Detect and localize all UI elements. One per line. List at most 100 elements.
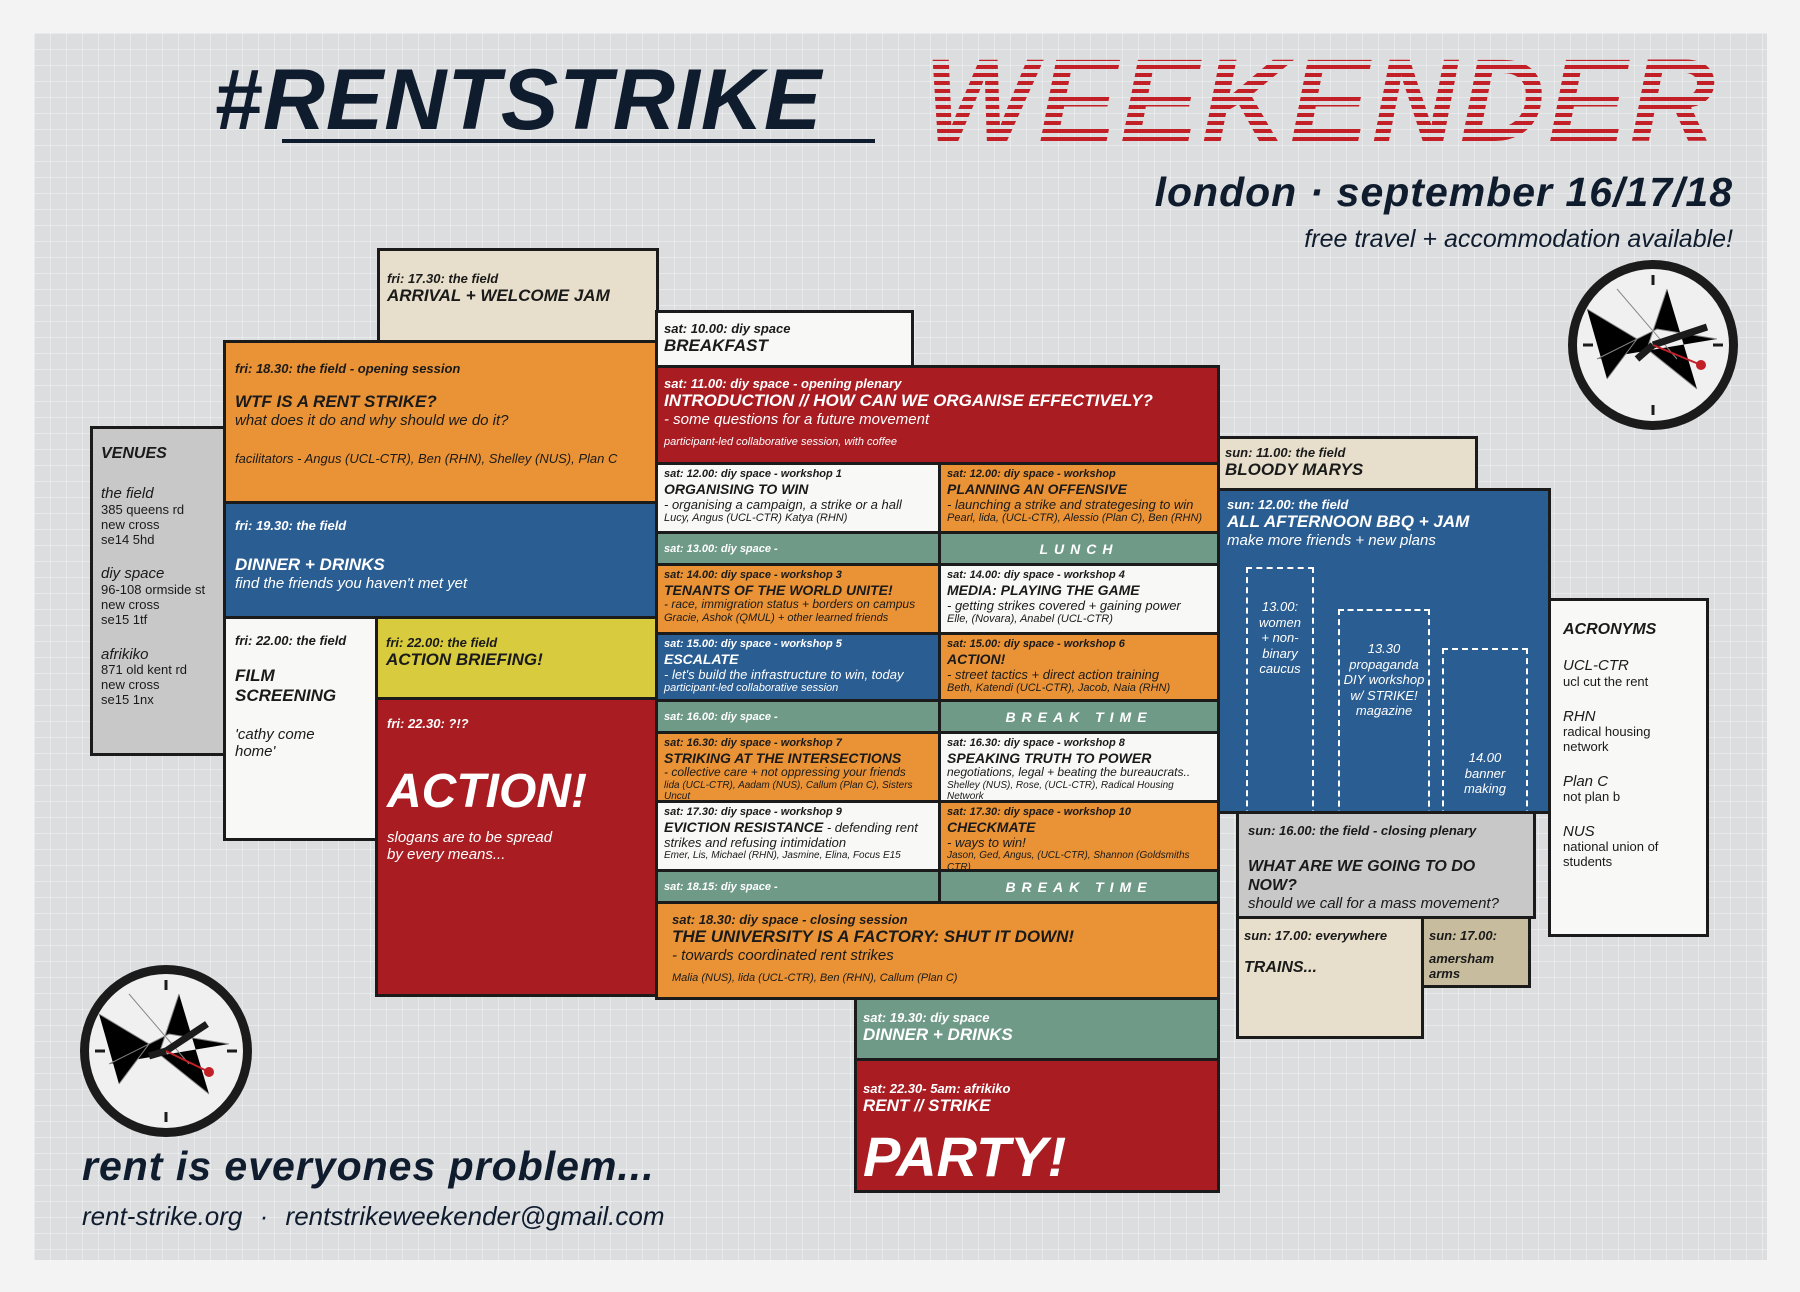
event-people: Pearl, lida, (UCL-CTR), Alessio (Plan C)… xyxy=(947,512,1203,525)
event-desc: negotiations, legal + beating the bureau… xyxy=(947,764,1191,779)
event-people: participant-led collaborative session xyxy=(664,682,839,695)
event-desc: - street tactics + direct action trainin… xyxy=(947,666,1160,682)
event-time: sun: 12.00: the field xyxy=(1227,497,1349,512)
event-people: Elle, (Novara), Anabel (UCL-CTR) xyxy=(947,613,1113,626)
venues-heading: VENUES xyxy=(101,445,167,462)
event-big-title: PARTY! xyxy=(863,1125,1067,1188)
sat-workshop-10: sat: 17.30: diy space - workshop 10 CHEC… xyxy=(938,800,1220,872)
lunch-label: LUNCH xyxy=(1039,541,1119,557)
event-desc: - getting strikes covered + gaining powe… xyxy=(947,597,1181,613)
event-people: Gracie, Ashok (QMUL) + other learned fri… xyxy=(664,611,889,624)
event-title: ALL AFTERNOON BBQ + JAM xyxy=(1227,512,1470,532)
event-time: fri: 22.00: the field xyxy=(235,633,347,648)
event-people: Lucy, Angus (UCL-CTR) Katya (RHN) xyxy=(664,512,848,525)
venue-address: new cross xyxy=(101,516,160,532)
sub-event-text: DIY workshop xyxy=(1343,672,1425,688)
venues-panel: VENUES the field 385 queens rd new cross… xyxy=(90,426,226,756)
event-time: sun: 17.00: everywhere xyxy=(1244,928,1388,943)
event-title: BLOODY MARYS xyxy=(1225,460,1364,480)
clock-icon xyxy=(80,965,252,1137)
event-time: sat: 17.30: diy space - workshop 10 xyxy=(947,806,1132,818)
sun-amersham: sun: 17.00: amersham arms xyxy=(1421,916,1531,988)
event-title: DINNER + DRINKS xyxy=(235,555,385,575)
event-title: TRAINS... xyxy=(1244,959,1317,977)
sat-lunch: LUNCH xyxy=(938,531,1220,566)
event-time: sat: 13.00: diy space - xyxy=(664,543,778,555)
event-time: sat: 22.30- 5am: afrikiko xyxy=(863,1081,1011,1096)
email-link[interactable]: rentstrikeweekender@gmail.com xyxy=(286,1201,665,1231)
poster-subtitle: WEEKENDER xyxy=(924,35,1719,167)
venue-address: 96-108 ormside st xyxy=(101,581,206,597)
event-title: ORGANISING TO WIN xyxy=(664,480,809,497)
event-date: london · september 16/17/18 xyxy=(1154,169,1733,215)
event-desc: - some questions for a future movement xyxy=(664,410,930,428)
event-title: PLANNING AN OFFENSIVE xyxy=(947,480,1127,497)
clock-face-icon xyxy=(1583,275,1723,415)
event-time: sat: 14.00: diy space - workshop 3 xyxy=(664,569,842,581)
acronym-full: ucl cut the rent xyxy=(1563,673,1649,689)
event-title: EVICTION RESISTANCE xyxy=(664,818,824,835)
event-desc: strikes and refusing intimidation xyxy=(664,834,847,850)
event-time: sat: 19.30: diy space xyxy=(863,1010,990,1025)
event-desc: - race, immigration status + borders on … xyxy=(664,596,916,611)
venue-address: 871 old kent rd xyxy=(101,661,188,677)
event-time: fri: 17.30: the field xyxy=(387,271,499,286)
event-time: fri: 22.30: ?!? xyxy=(387,716,469,731)
event-time: sat: 16.30: diy space - workshop 8 xyxy=(947,737,1125,749)
sat-plenary: sat: 11.00: diy space - opening plenary … xyxy=(655,365,1220,465)
event-desc: 'cathy come xyxy=(235,725,315,743)
sub-event-text: caucus xyxy=(1259,661,1301,677)
event-title: ARRIVAL + WELCOME JAM xyxy=(387,286,610,306)
event-title: SCREENING xyxy=(235,685,337,705)
event-time: sat: 15.00: diy space - workshop 5 xyxy=(664,638,842,650)
event-time: sat: 12.00: diy space - workshop xyxy=(947,468,1116,480)
sub-event-text: women xyxy=(1259,614,1301,630)
sat-break-time-1: BREAK TIME xyxy=(938,699,1220,734)
sub-event-text: propaganda xyxy=(1349,656,1419,672)
event-title: DINNER + DRINKS xyxy=(863,1025,1013,1045)
event-desc: home' xyxy=(235,742,276,760)
sat-breakfast: sat: 10.00: diy space BREAKFAST xyxy=(655,310,914,368)
sub-event-text: magazine xyxy=(1355,703,1413,719)
event-title: WHAT ARE WE GOING TO DO NOW? xyxy=(1248,858,1476,894)
event-time: fri: 18.30: the field - opening session xyxy=(235,361,461,376)
event-big-title: ACTION! xyxy=(387,765,587,818)
event-title: ACTION! xyxy=(947,650,1006,667)
event-people: Malia (NUS), lida (UCL-CTR), Ben (RHN), … xyxy=(672,972,958,985)
sun-bbq: sun: 12.00: the field ALL AFTERNOON BBQ … xyxy=(1217,488,1551,814)
acronym-abbr: RHN xyxy=(1563,707,1596,725)
event-title: CHECKMATE xyxy=(947,818,1036,835)
fri-action: fri: 22.30: ?!? ACTION! slogans are to b… xyxy=(375,697,658,997)
event-title: ACTION BRIEFING! xyxy=(386,650,543,670)
event-desc: - collective care + not oppressing your … xyxy=(664,764,906,779)
event-title: FILM xyxy=(235,666,275,686)
sat-workshop-4: sat: 14.00: diy space - workshop 4 MEDIA… xyxy=(938,563,1220,635)
event-desc: - defending rent xyxy=(823,819,918,835)
event-title: amersham arms xyxy=(1429,951,1495,982)
sub-event-text: 13.30 xyxy=(1367,641,1401,656)
sat-workshop-7: sat: 16.30: diy space - workshop 7 STRIK… xyxy=(655,731,941,803)
event-time: sat: 10.00: diy space xyxy=(664,321,791,336)
poster: #RENTSTRIKE WEEKENDER london · september… xyxy=(34,33,1767,1260)
sat-closing: sat: 18.30: diy space - closing session … xyxy=(655,901,1220,1000)
event-title: RENT // STRIKE xyxy=(863,1096,991,1116)
sat-workshop-3: sat: 14.00: diy space - workshop 3 TENAN… xyxy=(655,563,941,635)
event-desc: - ways to win! xyxy=(947,834,1026,850)
event-title: THE UNIVERSITY IS A FACTORY: SHUT IT DOW… xyxy=(672,927,1075,947)
sat-workshop-2: sat: 12.00: diy space - workshop PLANNIN… xyxy=(938,462,1220,534)
sun-bloody-marys: sun: 11.00: the field BLOODY MARYS xyxy=(1217,436,1478,491)
clock-icon xyxy=(1568,260,1738,430)
sat-workshop-9: sat: 17.30: diy space - workshop 9 EVICT… xyxy=(655,800,941,872)
event-title: WTF IS A RENT STRIKE? xyxy=(235,392,437,412)
acronym-full: radical housing network xyxy=(1563,723,1651,754)
sat-workshop-8: sat: 16.30: diy space - workshop 8 SPEAK… xyxy=(938,731,1220,803)
acronym-abbr: Plan C xyxy=(1563,772,1609,790)
fri-opening: fri: 18.30: the field - opening session … xyxy=(223,340,658,504)
break-label: BREAK TIME xyxy=(1005,709,1153,725)
acronym-full: not plan b xyxy=(1563,788,1621,804)
sat-workshop-1: sat: 12.00: diy space - workshop 1 ORGAN… xyxy=(655,462,941,534)
sub-event-text: banner xyxy=(1464,765,1506,781)
footer-slogan: rent is everyones problem... xyxy=(82,1143,655,1189)
sun-closing-plenary: sun: 16.00: the field - closing plenary … xyxy=(1236,811,1536,919)
website-link[interactable]: rent-strike.org xyxy=(82,1201,242,1231)
